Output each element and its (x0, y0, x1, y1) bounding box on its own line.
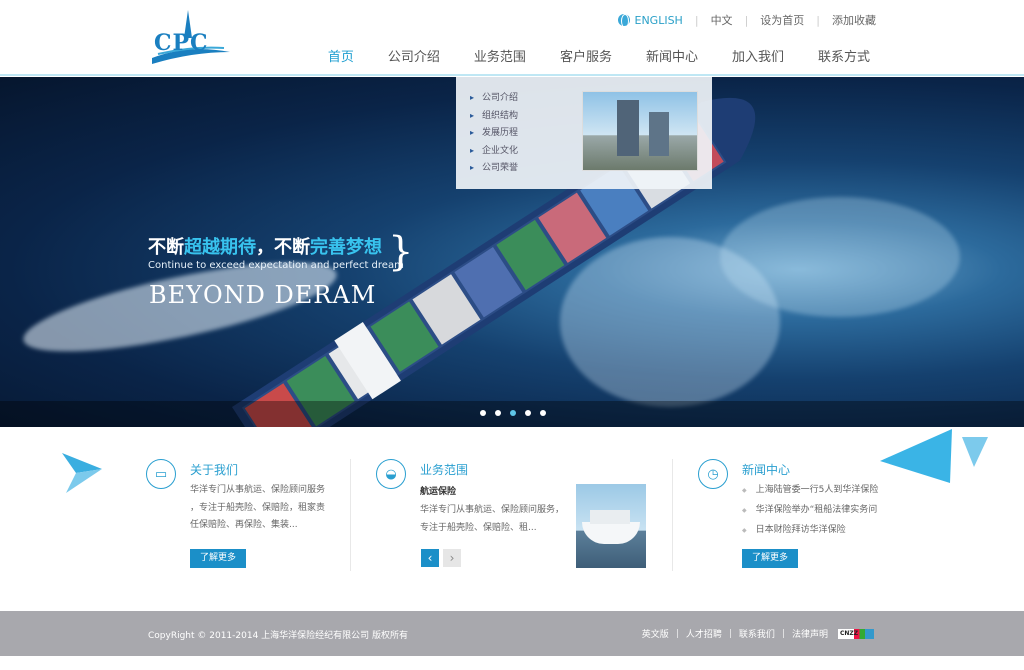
dropdown-item-culture[interactable]: 企业文化 (470, 142, 518, 160)
slide-dot[interactable] (540, 410, 546, 416)
about-text-line: ，专注于船壳险、保赔险，租家责 (190, 502, 326, 513)
ship-icon: ◒ (376, 459, 406, 489)
ship-deck-shape (590, 510, 630, 524)
add-favorite-link[interactable]: 添加收藏 (832, 12, 876, 28)
brace-decoration: } (388, 229, 414, 275)
english-label: ENGLISH (634, 13, 683, 27)
large-paper-plane-icon (880, 429, 988, 483)
dropdown-item-history[interactable]: 发展历程 (470, 124, 518, 142)
chinese-link[interactable]: 中文 (711, 12, 733, 28)
set-home-link[interactable]: 设为首页 (760, 12, 804, 28)
dropdown-item-organization[interactable]: 组织结构 (470, 107, 518, 125)
nav-customer-service[interactable]: 客户服务 (560, 46, 612, 65)
nav-business-scope[interactable]: 业务范围 (474, 46, 526, 65)
news-item[interactable]: 华洋保险举办“租船法律实务问 (742, 500, 878, 520)
about-title: 关于我们 (190, 463, 239, 477)
logo-text: CPC (154, 30, 209, 56)
news-item[interactable]: 日本财险拜访华洋保险 (742, 520, 878, 540)
building-shape (617, 100, 639, 156)
business-text-line: 专注于船壳险、保赔险、租... (420, 522, 537, 533)
about-text: 华洋专门从事航运、保险顾问服务 ，专注于船壳险、保赔险，租家责 任保赔险、再保险… (190, 482, 350, 535)
cnzz-badge[interactable]: CNZZ (838, 628, 874, 639)
news-more-button[interactable]: 了解更多 (742, 549, 798, 568)
separator: | (728, 628, 732, 639)
slogan-highlight: 完善梦想 (310, 237, 382, 258)
separator: | (694, 13, 699, 27)
news-section: ◷ 新闻中心 上海陆管委一行5人到华洋保险 华洋保险举办“租船法律实务问 日本财… (698, 427, 888, 611)
slogan-part: 不断 (148, 237, 184, 258)
clock-icon: ◷ (698, 459, 728, 489)
next-arrow-button[interactable]: › (443, 549, 461, 567)
nav-news-center[interactable]: 新闻中心 (646, 46, 698, 65)
slide-dot[interactable] (480, 410, 486, 416)
hero-slogan-cn: 不断超越期待，不断完善梦想 (148, 233, 382, 259)
news-list: 上海陆管委一行5人到华洋保险 华洋保险举办“租船法律实务问 日本财险拜访华洋保险 (742, 480, 879, 540)
site-header: CPC ENGLISH | 中文 | 设为首页 | 添加收藏 首页 公司介绍 业… (0, 0, 1024, 76)
top-links: ENGLISH | 中文 | 设为首页 | 添加收藏 (617, 12, 876, 28)
slide-dot[interactable] (525, 410, 531, 416)
cpc-logo[interactable]: CPC (148, 8, 234, 66)
business-title: 业务范围 (420, 463, 469, 477)
content-area: ▭ 关于我们 华洋专门从事航运、保险顾问服务 ，专注于船壳险、保赔险，租家责 任… (0, 427, 1024, 611)
slider-dots (480, 410, 555, 416)
company-intro-dropdown: 公司介绍 组织结构 发展历程 企业文化 公司荣誉 (456, 77, 712, 189)
about-text-line: 华洋专门从事航运、保险顾问服务 (190, 485, 326, 495)
slogan-part: ，不断 (256, 237, 310, 258)
separator: | (675, 628, 679, 639)
separator: | (781, 628, 785, 639)
footer-link-careers[interactable]: 人才招聘 (686, 627, 722, 640)
nav-contact[interactable]: 联系方式 (818, 46, 870, 65)
business-text: 华洋专门从事航运、保险顾问服务， 专注于船壳险、保赔险、租... (420, 502, 570, 537)
footer-link-contact[interactable]: 联系我们 (739, 627, 775, 640)
site-footer: CopyRight © 2011-2014 上海华洋保险经纪有限公司 版权所有 … (0, 611, 1024, 656)
footer-link-english[interactable]: 英文版 (642, 627, 669, 640)
english-link[interactable]: ENGLISH (617, 13, 683, 28)
main-nav: 首页 公司介绍 业务范围 客户服务 新闻中心 加入我们 联系方式 (294, 46, 870, 65)
nav-join-us[interactable]: 加入我们 (732, 46, 784, 65)
ship-hull-shape (582, 522, 640, 544)
separator: | (816, 13, 820, 27)
separator: | (744, 13, 749, 27)
about-more-button[interactable]: 了解更多 (190, 549, 246, 568)
about-text-line: 任保赔险、再保险、集装... (190, 520, 298, 530)
hero-headline: BEYOND DERAM (149, 281, 377, 309)
dropdown-item-honors[interactable]: 公司荣誉 (470, 159, 518, 177)
news-title: 新闻中心 (742, 463, 791, 477)
cruise-ship-image (576, 484, 646, 568)
divider (350, 459, 351, 571)
news-item[interactable]: 上海陆管委一行5人到华洋保险 (742, 480, 879, 500)
slide-dot[interactable] (495, 410, 501, 416)
company-building-image (582, 91, 698, 171)
globe-icon (617, 14, 630, 28)
monitor-icon: ▭ (146, 459, 176, 489)
divider (672, 459, 673, 571)
building-shape (649, 112, 669, 156)
about-section: ▭ 关于我们 华洋专门从事航运、保险顾问服务 ，专注于船壳险、保赔险，租家责 任… (146, 427, 346, 611)
footer-links: 英文版 | 人才招聘 | 联系我们 | 法律声明 CNZZ (642, 627, 874, 640)
slide-dot-active[interactable] (510, 410, 516, 416)
prev-arrow-button[interactable]: ‹ (421, 549, 439, 567)
copyright-text: CopyRight © 2011-2014 上海华洋保险经纪有限公司 版权所有 (148, 631, 409, 641)
business-subtitle: 航运保险 (420, 487, 457, 497)
dropdown-menu: 公司介绍 组织结构 发展历程 企业文化 公司荣誉 (470, 89, 518, 177)
footer-link-legal[interactable]: 法律声明 (792, 627, 828, 640)
nav-company-intro[interactable]: 公司介绍 (388, 46, 440, 65)
business-section: ◒ 业务范围 航运保险 华洋专门从事航运、保险顾问服务， 专注于船壳险、保赔险、… (376, 427, 656, 611)
nav-home[interactable]: 首页 (328, 46, 354, 65)
dropdown-item-company-intro[interactable]: 公司介绍 (470, 89, 518, 107)
paper-plane-icon (62, 453, 102, 493)
page-bottom (0, 656, 1024, 670)
business-text-line: 华洋专门从事航运、保险顾问服务， (420, 505, 565, 515)
hero-slogan-en: Continue to exceed expectation and perfe… (148, 260, 404, 271)
slogan-highlight: 超越期待 (184, 237, 256, 258)
